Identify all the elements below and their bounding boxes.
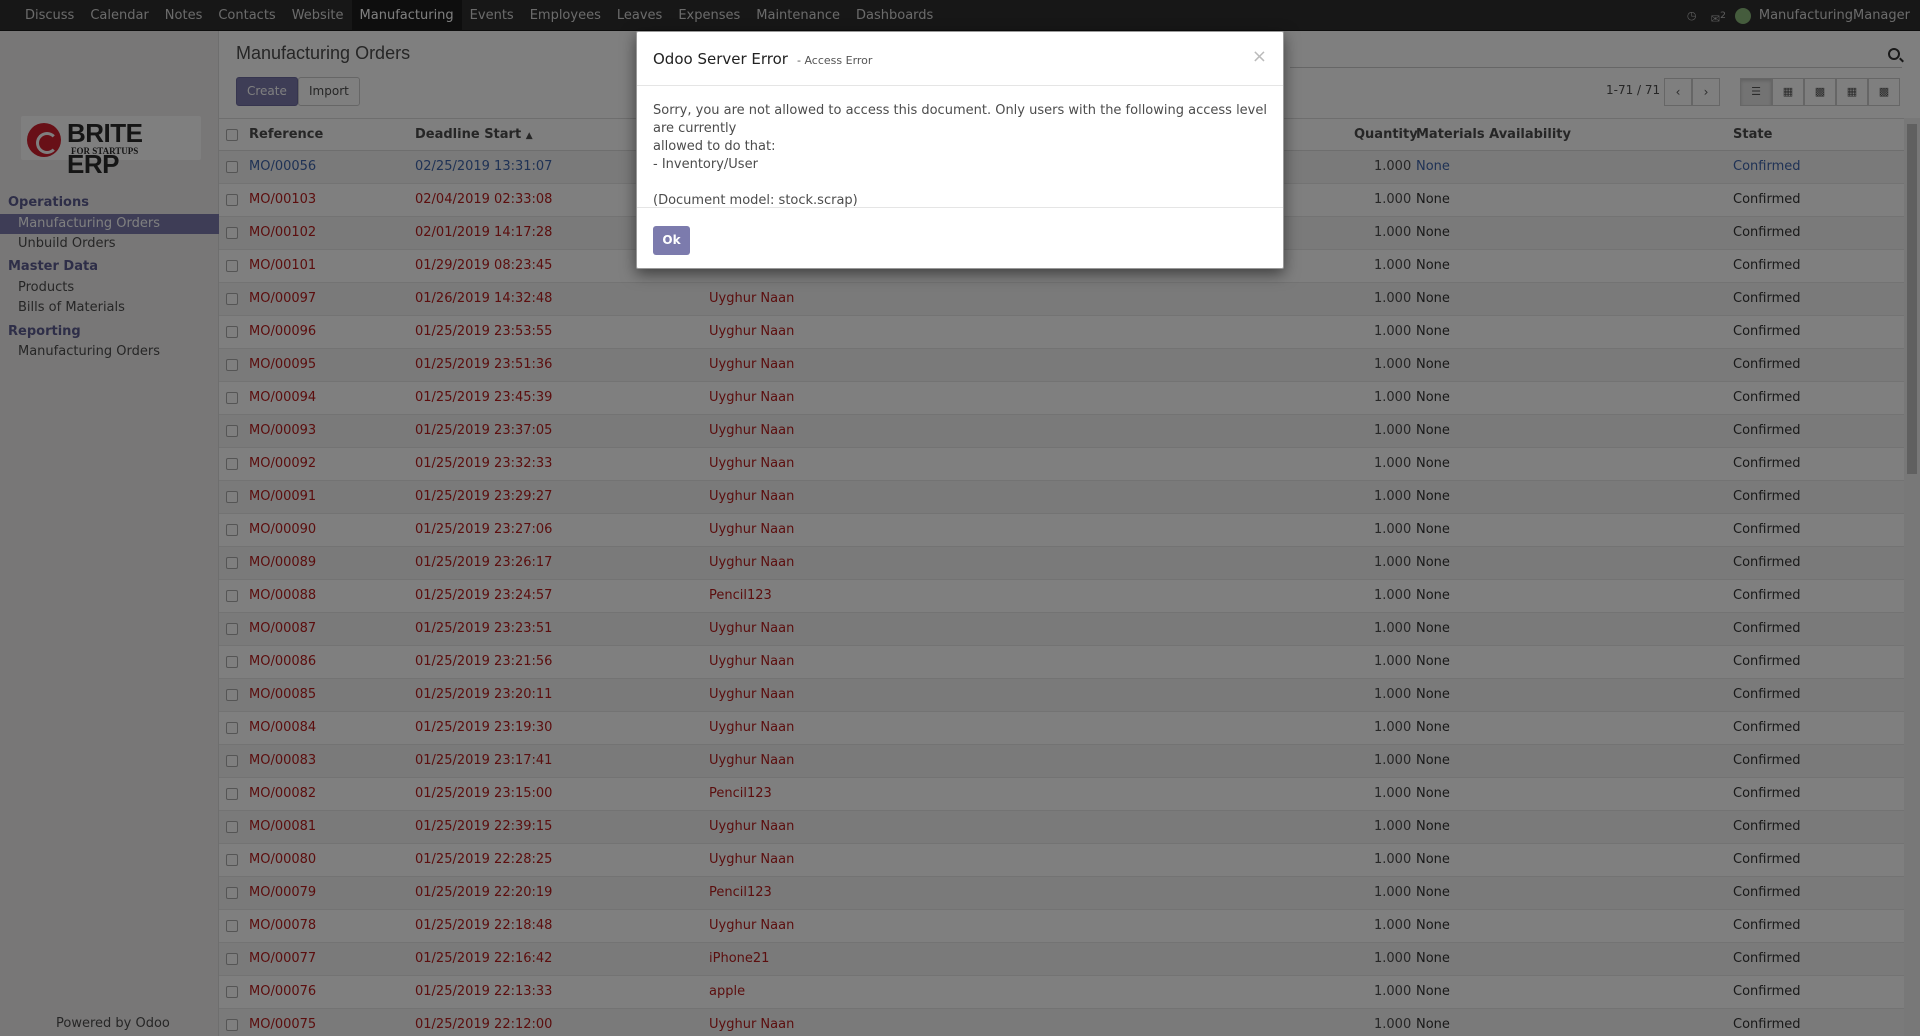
error-dialog: Odoo Server Error - Access Error × Sorry… (636, 31, 1284, 269)
dialog-header: Odoo Server Error - Access Error × (637, 32, 1283, 86)
error-access-level: - Inventory/User (653, 157, 758, 172)
error-message-line2: allowed to do that: (653, 139, 776, 154)
dialog-subtitle: - Access Error (797, 54, 873, 67)
dialog-body: Sorry, you are not allowed to access thi… (653, 102, 1269, 210)
ok-button[interactable]: Ok (653, 226, 690, 255)
error-message-line1: Sorry, you are not allowed to access thi… (653, 103, 1267, 136)
dialog-title: Odoo Server Error (653, 50, 788, 68)
close-icon[interactable]: × (1252, 46, 1267, 67)
dialog-footer: Ok (637, 207, 1283, 269)
